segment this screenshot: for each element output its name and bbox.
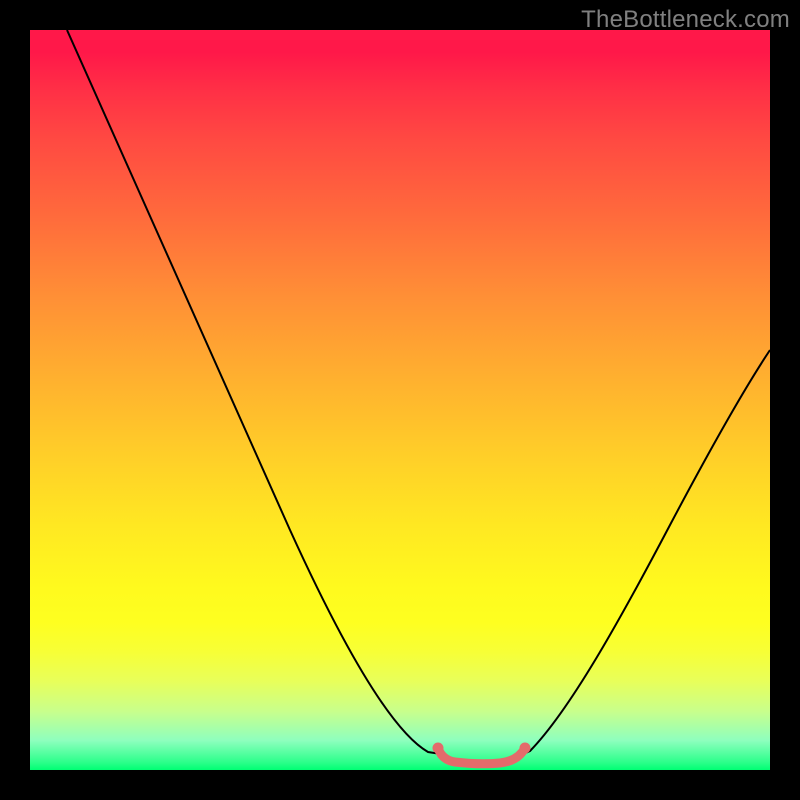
curve-svg	[30, 30, 770, 770]
bottleneck-curve	[67, 30, 770, 764]
valley-left-dot	[433, 743, 444, 754]
chart-frame: TheBottleneck.com	[0, 0, 800, 800]
valley-right-dot	[520, 743, 531, 754]
valley-highlight	[438, 748, 525, 764]
plot-area	[30, 30, 770, 770]
